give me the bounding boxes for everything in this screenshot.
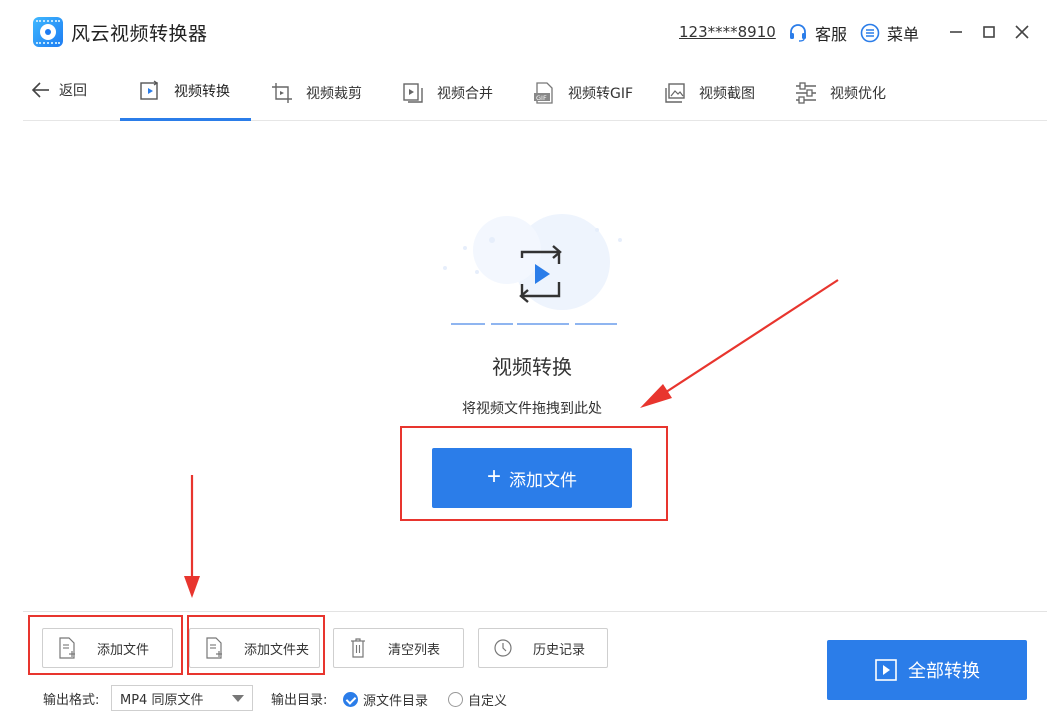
history-label: 历史记录 [533, 642, 586, 658]
tab-video-merge[interactable]: 视频合并 [401, 64, 493, 121]
arrow-left-icon [31, 82, 49, 98]
tab-label: 视频转GIF [568, 85, 634, 102]
tab-label: 视频截图 [699, 85, 755, 102]
app-title: 风云视频转换器 [71, 23, 208, 45]
output-format-value: MP4 同原文件 [120, 692, 204, 708]
tab-label: 视频优化 [830, 85, 886, 102]
user-account-link[interactable]: 123****8910 [679, 23, 776, 41]
radio-custom-dir-label: 自定义 [468, 694, 508, 709]
menu-button[interactable]: 菜单 [860, 22, 919, 44]
annotation-box-main [400, 426, 668, 521]
output-format-select[interactable]: MP4 同原文件 [111, 685, 253, 711]
annotation-arrow-down [184, 475, 200, 598]
tab-label: 视频合并 [437, 85, 493, 102]
annotation-box-add-folder [187, 615, 325, 675]
convert-all-label: 全部转换 [908, 661, 980, 682]
bottom-divider [23, 611, 1047, 612]
convert-all-button[interactable]: 全部转换 [827, 640, 1027, 700]
support-label: 客服 [815, 25, 848, 44]
output-dir-label: 输出目录: [271, 693, 328, 708]
tab-video-convert[interactable]: 视频转换 [120, 64, 251, 121]
tab-label: 视频转换 [174, 84, 230, 100]
minimize-icon[interactable] [946, 22, 966, 42]
menu-list-icon [860, 23, 880, 43]
headset-icon [790, 24, 806, 42]
svg-text:GIF: GIF [536, 94, 547, 102]
annotation-arrow-right [640, 279, 839, 408]
drop-zone-illustration [443, 214, 622, 325]
clock-icon [494, 639, 512, 657]
tab-video-gif[interactable]: GIF 视频转GIF [532, 64, 633, 121]
tab-video-optimize[interactable]: 视频优化 [794, 64, 886, 121]
title-bar: 风云视频转换器 123****8910 客服 菜单 [0, 0, 1057, 64]
chevron-down-icon [232, 695, 244, 702]
radio-custom-dir[interactable]: 自定义 [448, 690, 507, 709]
trash-icon [351, 638, 365, 658]
tab-video-crop[interactable]: 视频裁剪 [270, 64, 362, 121]
drop-zone-hint: 将视频文件拖拽到此处 [462, 401, 602, 417]
annotation-box-add-file [28, 615, 183, 675]
support-button[interactable]: 客服 [788, 22, 847, 44]
radio-source-dir-label: 源文件目录 [363, 694, 429, 709]
tab-label: 视频裁剪 [306, 85, 362, 102]
video-merge-icon [403, 82, 423, 103]
app-logo-icon [33, 17, 63, 47]
radio-unchecked-icon [448, 692, 463, 707]
screenshot-icon [665, 82, 685, 103]
gif-icon: GIF [534, 81, 553, 104]
back-label: 返回 [59, 83, 87, 99]
tab-video-screenshot[interactable]: 视频截图 [663, 64, 755, 121]
output-format-label: 输出格式: [43, 693, 100, 708]
maximize-icon[interactable] [979, 22, 999, 42]
radio-checked-icon [343, 692, 358, 707]
clear-list-button[interactable]: 清空列表 [333, 628, 464, 668]
nav-bar: 返回 视频转换 视频裁剪 视频合并 GIF 视频转GIF 视频截图 视频优化 [23, 64, 1047, 121]
optimize-icon [796, 81, 816, 104]
clear-list-label: 清空列表 [388, 642, 441, 658]
back-button[interactable]: 返回 [31, 80, 87, 100]
menu-label: 菜单 [887, 25, 920, 44]
radio-source-dir[interactable]: 源文件目录 [343, 690, 428, 709]
drop-zone-title: 视频转换 [492, 355, 572, 379]
video-convert-icon [140, 80, 159, 100]
close-icon[interactable] [1012, 22, 1032, 42]
play-icon [875, 659, 897, 681]
history-button[interactable]: 历史记录 [478, 628, 608, 668]
video-crop-icon [272, 82, 292, 103]
